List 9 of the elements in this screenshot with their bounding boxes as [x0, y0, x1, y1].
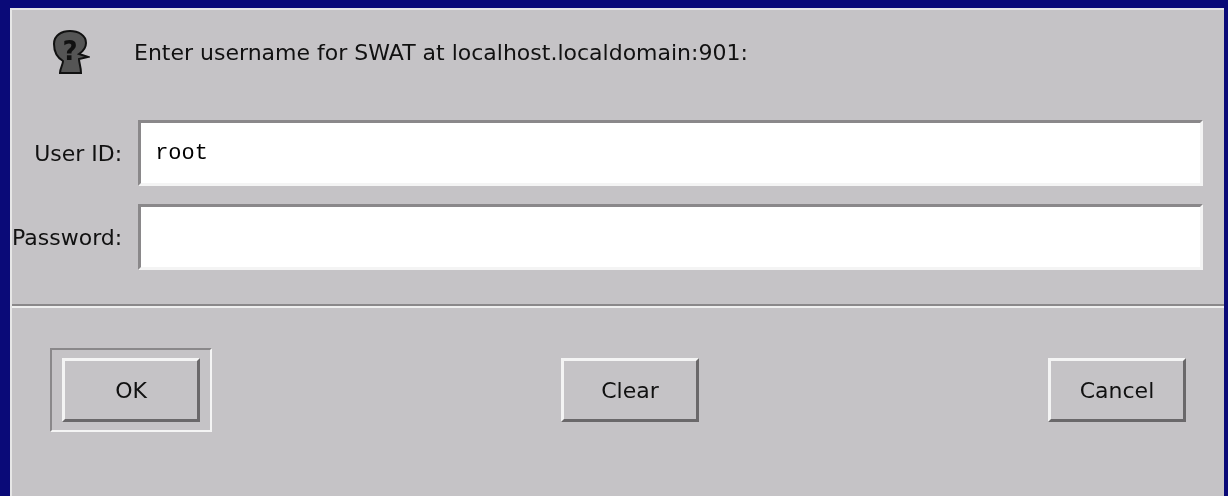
password-field[interactable] [138, 204, 1203, 270]
field-label: Password: [12, 224, 123, 250]
ok-button[interactable]: OK [62, 358, 200, 422]
field-label: User ID: [34, 140, 123, 166]
cancel-button[interactable]: Cancel [1048, 358, 1186, 422]
prompt-text: Enter username for SWAT at localhost.localdomain:901: [134, 39, 748, 65]
user-id-field[interactable]: root [138, 120, 1203, 186]
clear-button[interactable]: Clear [561, 358, 699, 422]
question-mark-icon: ? [50, 30, 90, 74]
